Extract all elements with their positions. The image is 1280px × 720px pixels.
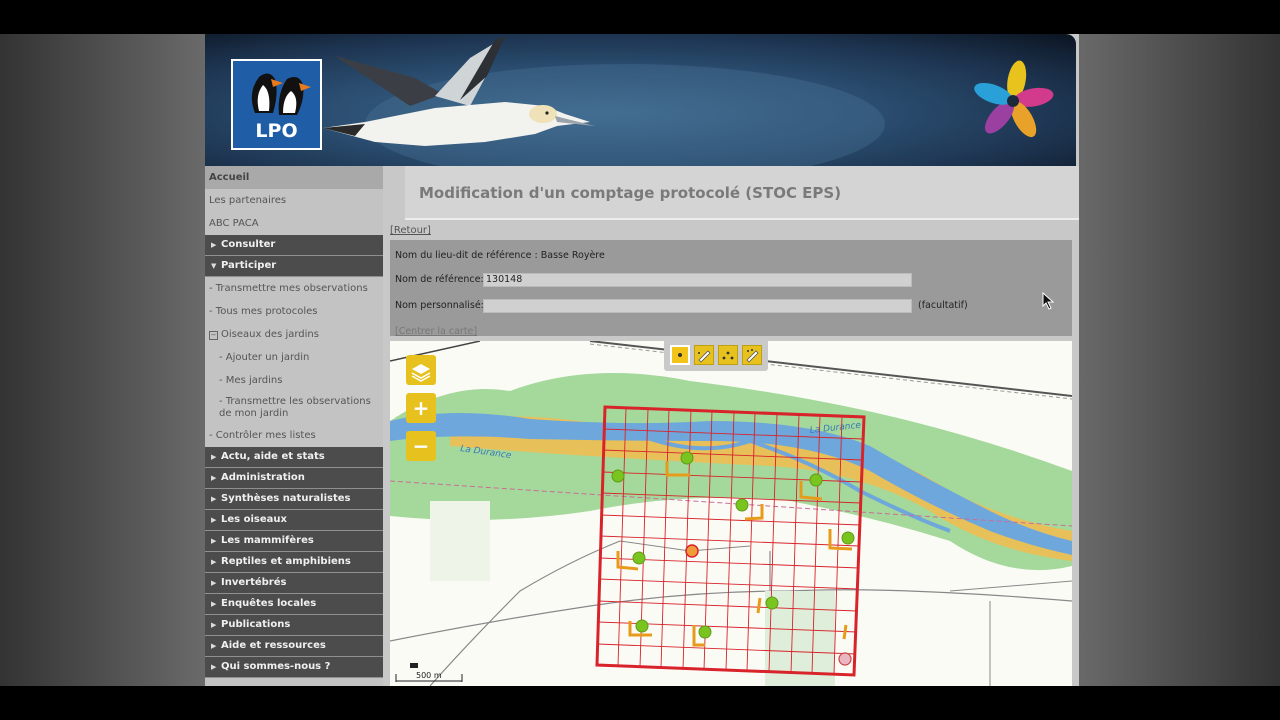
point-icon xyxy=(678,353,682,357)
page-title: Modification d'un comptage protocolé (ST… xyxy=(419,184,842,202)
title-box: Modification d'un comptage protocolé (ST… xyxy=(405,166,1079,220)
draw-line-tool-icon[interactable] xyxy=(694,345,714,365)
gannet-bird-image xyxy=(323,36,885,166)
pencil-icon xyxy=(698,350,711,363)
layers-icon xyxy=(411,364,431,382)
sidebar-section-label: Invertébrés xyxy=(221,577,287,588)
sidebar-nav: Accueil Les partenaires ABC PACA ▶ Consul… xyxy=(205,166,383,686)
sidebar-section-label: Qui sommes-nous ? xyxy=(221,661,331,672)
caret-right-icon: ▶ xyxy=(211,663,217,671)
sidebar-link-transmettre-jardin[interactable]: - Transmettre les observations de mon ja… xyxy=(205,392,377,424)
forest-area xyxy=(390,373,1072,571)
caret-right-icon: ▶ xyxy=(211,516,217,524)
plus-icon: + xyxy=(412,396,430,420)
sidebar-section-label: Reptiles et amphibiens xyxy=(221,556,351,567)
sidebar-section-publications[interactable]: ▶ Publications xyxy=(205,615,383,636)
sidebar-section-label: Aide et ressources xyxy=(221,640,326,651)
caret-right-icon: ▶ xyxy=(211,558,217,566)
sidebar-section-reptiles[interactable]: ▶ Reptiles et amphibiens xyxy=(205,552,383,573)
caret-right-icon: ▶ xyxy=(211,537,217,545)
site-form: Nom du lieu-dit de référence : Basse Roy… xyxy=(390,240,1072,337)
sidebar-link-accueil[interactable]: Accueil xyxy=(205,166,383,189)
sidebar-section-label: Consulter xyxy=(221,239,276,250)
collapse-box-icon[interactable]: − xyxy=(209,331,218,340)
retour-link[interactable]: [Retour] xyxy=(390,225,431,236)
zoom-out-button[interactable]: − xyxy=(406,431,436,461)
caret-right-icon: ▶ xyxy=(211,241,217,249)
orchard-area xyxy=(430,501,490,581)
sidebar-group-jardins[interactable]: − Oiseaux des jardins xyxy=(205,323,383,346)
reference-name-input[interactable]: 130148 xyxy=(483,273,912,287)
sidebar-section-mammiferes[interactable]: ▶ Les mammifères xyxy=(205,531,383,552)
caret-right-icon: ▶ xyxy=(211,579,217,587)
reference-name-label: Nom de référence: xyxy=(395,274,484,285)
sidebar-link-mes-jardins[interactable]: - Mes jardins xyxy=(205,369,383,392)
logo-text: LPO xyxy=(255,120,298,142)
sidebar-link-transmettre[interactable]: - Transmettre mes observations xyxy=(205,277,383,300)
caret-right-icon: ▶ xyxy=(211,600,217,608)
sidebar-section-oiseaux[interactable]: ▶ Les oiseaux xyxy=(205,510,383,531)
multipoint-icon xyxy=(722,351,734,360)
sidebar-section-qui-sommes-nous[interactable]: ▶ Qui sommes-nous ? xyxy=(205,657,383,678)
sidebar-section-label: Actu, aide et stats xyxy=(221,451,325,462)
sidebar-section-administration[interactable]: ▶ Administration xyxy=(205,468,383,489)
sidebar-section-consulter[interactable]: ▶ Consulter xyxy=(205,235,383,256)
sidebar-section-label: Synthèses naturalistes xyxy=(221,493,351,504)
inactive-point[interactable] xyxy=(838,652,852,666)
sidebar-section-invertebres[interactable]: ▶ Invertébrés xyxy=(205,573,383,594)
site-banner: LPO xyxy=(205,34,1076,166)
sidebar-link-partenaires[interactable]: Les partenaires xyxy=(205,189,383,212)
road-line xyxy=(619,540,751,552)
sidebar-group-label: Oiseaux des jardins xyxy=(221,329,319,340)
caret-down-icon: ▼ xyxy=(211,262,217,270)
multipoint-tool-icon[interactable] xyxy=(718,345,738,365)
sidebar-section-label: Administration xyxy=(221,472,305,483)
sidebar-section-label: Participer xyxy=(221,260,277,271)
scale-bar: 500 m xyxy=(395,663,463,682)
caret-right-icon: ▶ xyxy=(211,453,217,461)
caret-right-icon: ▶ xyxy=(211,642,217,650)
map-view[interactable]: La Durance La Durance 500 m + − xyxy=(390,341,1072,686)
lieu-dit-label: Nom du lieu-dit de référence : Basse Roy… xyxy=(395,250,605,261)
caret-right-icon: ▶ xyxy=(211,474,217,482)
caret-right-icon: ▶ xyxy=(211,621,217,629)
sidebar-link-protocoles[interactable]: - Tous mes protocoles xyxy=(205,300,383,323)
map-canvas[interactable]: La Durance La Durance 500 m xyxy=(390,341,1072,686)
sidebar-link-controler[interactable]: - Contrôler mes listes xyxy=(205,424,383,447)
lpo-logo[interactable]: LPO xyxy=(231,59,322,150)
sidebar-section-participer[interactable]: ▼ Participer xyxy=(205,256,383,277)
custom-name-label: Nom personnalisé: xyxy=(395,300,484,311)
edit-pencil-icon xyxy=(746,349,759,363)
center-map-link[interactable]: [Centrer la carte] xyxy=(395,326,477,337)
sidebar-section-label: Les mammifères xyxy=(221,535,314,546)
mouse-cursor-icon xyxy=(1042,292,1055,310)
partner-flower-logo xyxy=(974,60,1054,138)
sidebar-section-aide[interactable]: ▶ Aide et ressources xyxy=(205,636,383,657)
zoom-in-button[interactable]: + xyxy=(406,393,436,423)
sidebar-section-enquetes[interactable]: ▶ Enquêtes locales xyxy=(205,594,383,615)
caret-right-icon: ▶ xyxy=(211,495,217,503)
layers-button[interactable] xyxy=(406,355,436,385)
sidebar-section-label: Publications xyxy=(221,619,291,630)
point-tool-icon[interactable] xyxy=(670,345,690,365)
puffin-icon xyxy=(251,73,311,115)
custom-name-input[interactable] xyxy=(483,299,912,313)
scale-label: 500 m xyxy=(416,671,442,680)
sidebar-section-label: Les oiseaux xyxy=(221,514,287,525)
sidebar-section-label: Enquêtes locales xyxy=(221,598,317,609)
road-line xyxy=(949,580,1072,592)
optional-note: (facultatif) xyxy=(918,300,968,311)
sidebar-section-syntheses[interactable]: ▶ Synthèses naturalistes xyxy=(205,489,383,510)
sidebar-section-actu[interactable]: ▶ Actu, aide et stats xyxy=(205,447,383,468)
edit-tool-icon[interactable] xyxy=(742,345,762,365)
minus-icon: − xyxy=(412,434,430,458)
sidebar-link-abc-paca[interactable]: ABC PACA xyxy=(205,212,383,235)
draw-toolbar xyxy=(664,341,768,371)
selected-point[interactable] xyxy=(685,544,699,558)
sidebar-link-ajouter-jardin[interactable]: - Ajouter un jardin xyxy=(205,346,383,369)
web-page: LPO Accueil Les partenaires ABC PACA ▶ Co… xyxy=(205,34,1079,686)
road-line xyxy=(390,589,1072,642)
main-content: Modification d'un comptage protocolé (ST… xyxy=(383,166,1079,686)
